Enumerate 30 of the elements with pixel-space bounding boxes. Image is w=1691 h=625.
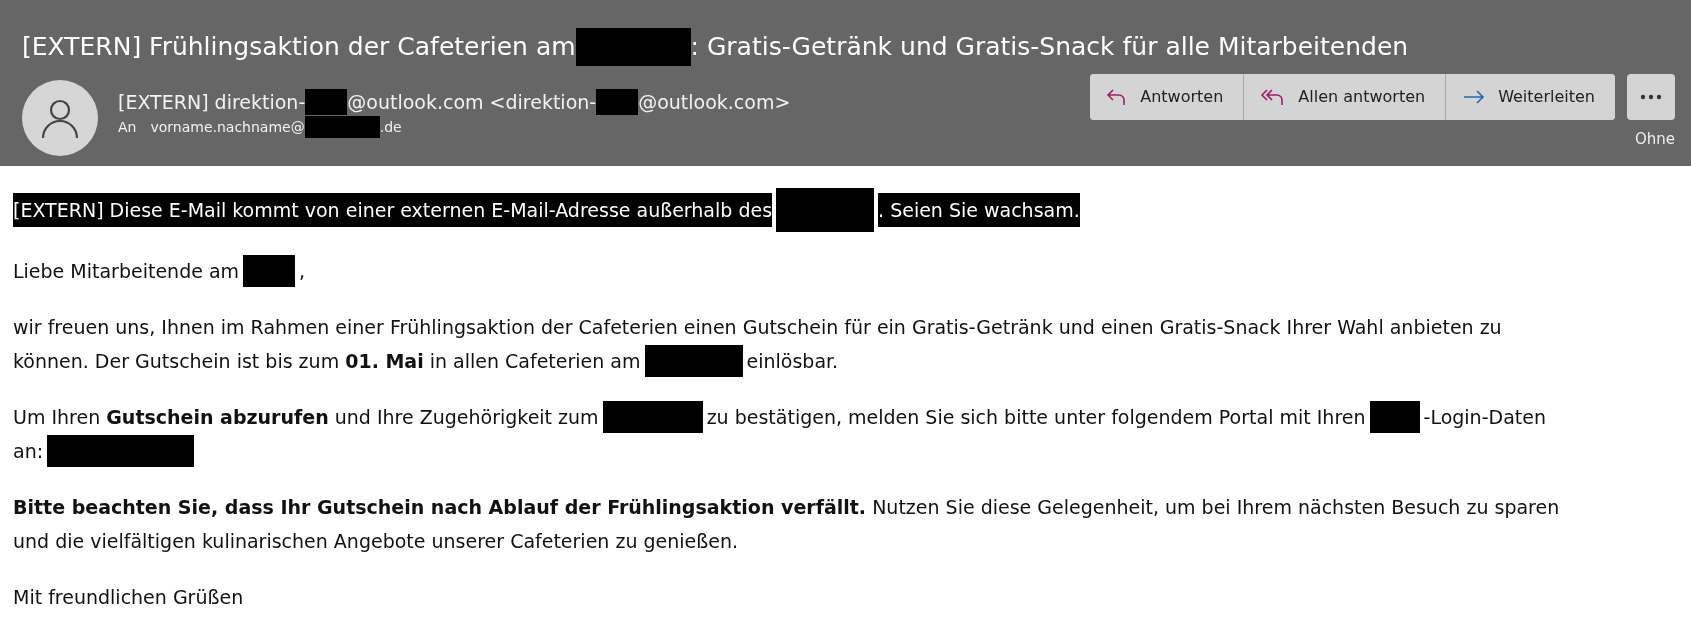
body-text: ,: [299, 259, 306, 284]
redaction-bar: [596, 89, 639, 115]
recipient-address: .de: [379, 118, 402, 137]
body-text: können. Der Gutschein ist bis zum 01. Mai in allen Cafeterien am: [13, 349, 641, 374]
external-warning: [EXTERN] Diese E-Mail kommt von einer externen E-Mail-Adresse außerhalb des: [13, 193, 773, 227]
arrow-right-icon: [1462, 89, 1487, 105]
body-text: Liebe Mitarbeitende am: [13, 259, 240, 284]
body-text: an:: [13, 439, 44, 464]
body-text: Mit freundlichen Grüßen: [13, 585, 244, 610]
to-label: An: [118, 118, 137, 137]
body-text: Bitte beachten Sie, dass Ihr Gutschein nach Ablauf der Frühlingsaktion verfällt. Nutzen Sie diese Gelegenheit, um bei Ihrem nächsten Besuch zu sparen: [13, 495, 1560, 520]
redaction-bar: [243, 255, 296, 287]
more-icon: [1640, 94, 1662, 100]
sender-address: @outlook.com <direktion-: [347, 90, 597, 115]
external-warning: . Seien Sie wachsam.: [878, 193, 1080, 227]
more-button[interactable]: [1627, 74, 1675, 120]
redaction-bar: [1369, 401, 1420, 433]
sender-address: [EXTERN] direktion-: [118, 90, 306, 115]
body-text: -Login-Daten: [1423, 405, 1546, 430]
body-text: einlösbar.: [746, 349, 839, 374]
body-text: Um Ihren Gutschein abzurufen und Ihre Zugehörigkeit zum: [13, 405, 599, 430]
body-text: wir freuen uns, Ihnen im Rahmen einer Frühlingsaktion der Cafeterien einen Gutschein für ein Gratis-Getränk und einen Gratis-Snack Ihrer Wahl anbieten zu: [13, 315, 1502, 340]
sender-address: @outlook.com>: [638, 90, 791, 115]
action-button[interactable]: Weiterleiten: [1445, 74, 1615, 120]
body-text: und die vielfältigen kulinarischen Angebote unserer Cafeterien zu genießen.: [13, 529, 738, 554]
category-label: Ohne: [1634, 129, 1675, 150]
body-text: zu bestätigen, melden Sie sich bitte unter folgendem Portal mit Ihren: [706, 405, 1366, 430]
email-subject: : Gratis-Getränk und Gratis-Snack für alle Mitarbeitenden: [690, 31, 1409, 63]
email-subject: [EXTERN] Frühlingsaktion der Cafeterien am: [22, 31, 576, 63]
recipient-address: vorname.nachname@: [150, 118, 305, 137]
